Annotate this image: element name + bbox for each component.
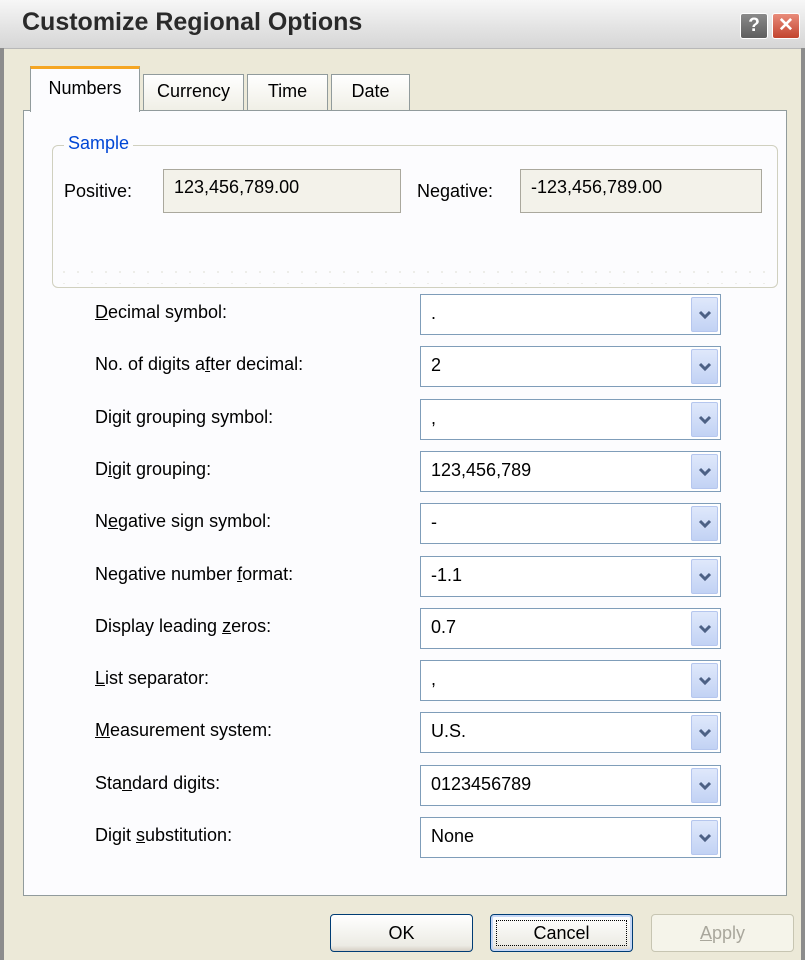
combobox-value: 0.7 (431, 617, 457, 637)
negative-sign-symbol-combobox[interactable]: - (420, 503, 721, 544)
display-leading-zeros-combobox[interactable]: 0.7 (420, 608, 721, 649)
label-part: Display leading (95, 616, 223, 636)
measurement-system-combobox[interactable]: U.S. (420, 712, 721, 753)
numbers-tab-panel: Sample Positive: 123,456,789.00 Negative… (23, 110, 787, 896)
chevron-down-icon[interactable] (691, 559, 718, 594)
label-part: dard digits: (132, 773, 221, 793)
display-leading-zeros-label: Display leading zeros: (95, 616, 271, 637)
decimal-symbol-label: Decimal symbol: (95, 302, 227, 323)
chevron-down-icon[interactable] (691, 402, 718, 437)
chevron-down-icon[interactable] (691, 820, 718, 855)
digit-grouping-symbol-label: Digit grouping symbol: (95, 407, 273, 428)
label-part: ormat: (242, 564, 294, 584)
apply-mnemonic: A (699, 923, 712, 943)
label-part: z (222, 616, 232, 636)
digits-after-decimal-label: No. of digits after decimal: (95, 354, 303, 375)
label-part: Sta (95, 773, 123, 793)
chevron-down-icon[interactable] (691, 454, 718, 489)
combobox-value: - (431, 512, 437, 532)
window-title: Customize Regional Options (22, 8, 363, 36)
label-part: L (95, 668, 106, 688)
customize-regional-options-dialog: Customize Regional Options ? ✕ Numbers C… (0, 0, 805, 960)
label-part: Digit (95, 825, 137, 845)
label-part: Negative number (95, 564, 238, 584)
combobox-value: 0123456789 (431, 774, 532, 794)
label-part: e (108, 511, 119, 531)
negative-sample-field: -123,456,789.00 (520, 169, 762, 213)
label-part: easurement system: (110, 720, 273, 740)
combobox-value: 2 (431, 355, 442, 375)
help-icon[interactable]: ? (740, 13, 768, 39)
label-part: gative sign symbol: (118, 511, 272, 531)
chevron-down-icon[interactable] (691, 506, 718, 541)
tab-time[interactable]: Time (247, 74, 328, 110)
chevron-down-icon[interactable] (691, 768, 718, 803)
label-part: git grouping: (112, 459, 212, 479)
combobox-value: 123,456,789 (431, 460, 532, 480)
window-frame-left (0, 48, 4, 960)
label-part: ter decimal: (210, 354, 304, 374)
combobox-value: None (431, 826, 475, 846)
combobox-value: -1.1 (431, 565, 463, 585)
decimal-symbol-combobox[interactable]: . (420, 294, 721, 335)
digit-grouping-symbol-combobox[interactable]: , (420, 399, 721, 440)
label-part: N (95, 511, 108, 531)
chevron-down-icon[interactable] (691, 349, 718, 384)
measurement-system-label: Measurement system: (95, 720, 272, 741)
tab-date[interactable]: Date (331, 74, 410, 110)
close-icon[interactable]: ✕ (772, 13, 800, 39)
digit-substitution-combobox[interactable]: None (420, 817, 721, 858)
label-part: No. of digits a (95, 354, 206, 374)
label-part: D (95, 302, 108, 322)
sample-group-label: Sample (64, 133, 134, 154)
digits-after-decimal-combobox[interactable]: 2 (420, 346, 721, 387)
chevron-down-icon[interactable] (691, 611, 718, 646)
digit-grouping-label: Digit grouping: (95, 459, 211, 480)
label-part: n (122, 773, 133, 793)
label-part: M (95, 720, 110, 740)
tab-numbers[interactable]: Numbers (30, 66, 140, 112)
ok-button[interactable]: OK (330, 914, 473, 952)
label-part: Digit grouping symbol: (95, 407, 274, 427)
tab-currency[interactable]: Currency (143, 74, 244, 110)
title-bar[interactable]: Customize Regional Options ? ✕ (0, 0, 805, 49)
digit-substitution-label: Digit substitution: (95, 825, 232, 846)
focus-ring (496, 920, 627, 946)
label-part: eros: (231, 616, 272, 636)
combobox-value: U.S. (431, 721, 467, 741)
positive-label: Positive: (64, 181, 133, 201)
window-frame-right (801, 48, 805, 960)
label-part: D (95, 459, 108, 479)
negative-sign-symbol-label: Negative sign symbol: (95, 511, 271, 532)
chevron-down-icon[interactable] (691, 663, 718, 698)
apply-button[interactable]: Apply (651, 914, 794, 952)
apply-label: pply (711, 923, 746, 943)
negative-number-format-combobox[interactable]: -1.1 (420, 556, 721, 597)
standard-digits-label: Standard digits: (95, 773, 220, 794)
label-part: ecimal symbol: (108, 302, 228, 322)
groupbox-pattern (57, 266, 773, 284)
digit-grouping-combobox[interactable]: 123,456,789 (420, 451, 721, 492)
positive-sample-field: 123,456,789.00 (163, 169, 401, 213)
label-part: ubstitution: (145, 825, 233, 845)
combobox-value: , (431, 669, 437, 689)
chevron-down-icon[interactable] (691, 297, 718, 332)
cancel-button[interactable]: Cancel (490, 914, 633, 952)
negative-number-format-label: Negative number format: (95, 564, 293, 585)
label-part: ist separator: (105, 668, 210, 688)
negative-label: Negative: (417, 181, 494, 201)
list-separator-label: List separator: (95, 668, 209, 689)
sample-groupbox (52, 145, 778, 288)
label-part: s (136, 825, 146, 845)
list-separator-combobox[interactable]: , (420, 660, 721, 701)
standard-digits-combobox[interactable]: 0123456789 (420, 765, 721, 806)
combobox-value: , (431, 408, 437, 428)
combobox-value: . (431, 303, 437, 323)
chevron-down-icon[interactable] (691, 715, 718, 750)
